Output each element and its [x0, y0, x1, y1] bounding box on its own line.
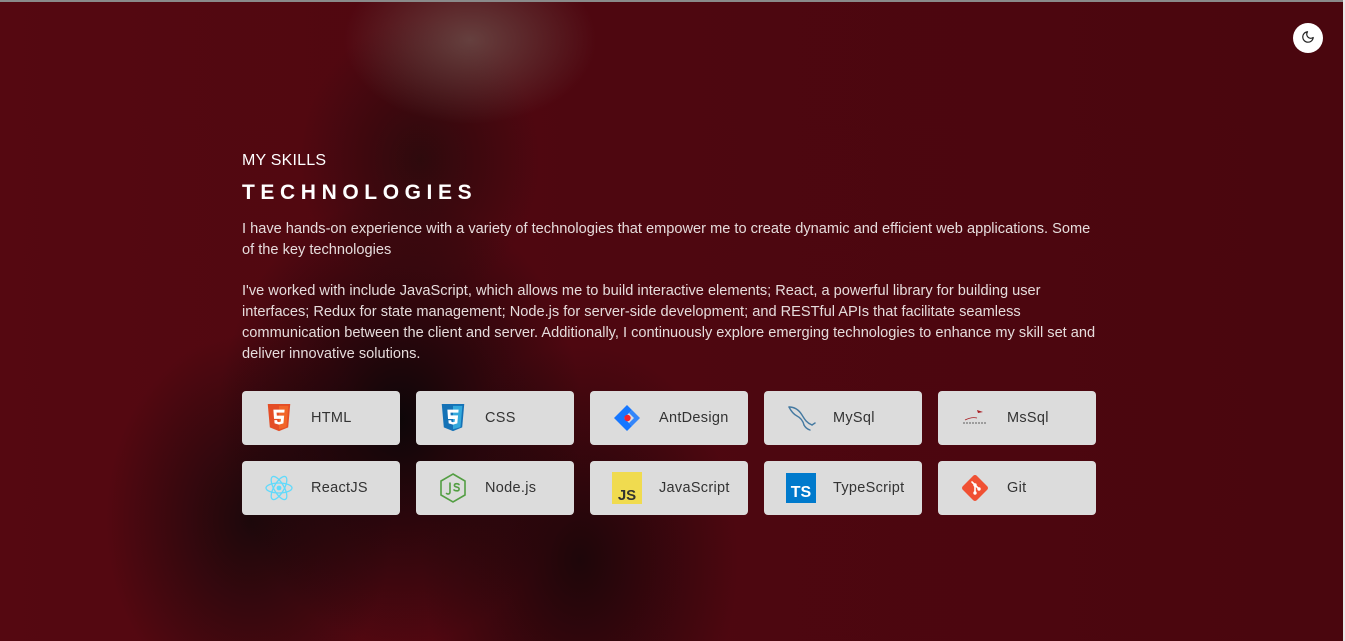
tech-label: AntDesign: [659, 410, 729, 426]
section-title: TECHNOLOGIES: [242, 181, 478, 204]
tech-label: Node.js: [485, 480, 537, 496]
css3-icon: [437, 402, 469, 434]
javascript-icon: JS: [611, 472, 643, 504]
tech-label: HTML: [311, 410, 352, 426]
intro-paragraph: I have hands-on experience with a variet…: [242, 221, 1091, 258]
tech-card-nodejs[interactable]: Node.js: [416, 461, 574, 515]
mssql-icon: [959, 402, 991, 434]
antdesign-icon: [611, 402, 643, 434]
tech-label: JavaScript: [659, 480, 730, 496]
tech-card-html[interactable]: HTML: [242, 391, 400, 445]
git-icon: [959, 472, 991, 504]
section-eyebrow: MY SKILLS: [242, 152, 327, 169]
tech-label: CSS: [485, 410, 516, 426]
tech-card-reactjs[interactable]: ReactJS: [242, 461, 400, 515]
typescript-icon: TS: [785, 472, 817, 504]
react-icon: [263, 472, 295, 504]
tech-card-javascript[interactable]: JS JavaScript: [590, 461, 748, 515]
tech-label: MySql: [833, 410, 875, 426]
technology-grid: HTML CSS AntDesign MySql MsSql ReactJS N…: [242, 391, 1096, 515]
tech-label: TypeScript: [833, 480, 905, 496]
svg-text:TS: TS: [791, 484, 812, 501]
tech-card-mssql[interactable]: MsSql: [938, 391, 1096, 445]
svg-text:JS: JS: [618, 487, 636, 504]
tech-label: MsSql: [1007, 410, 1049, 426]
top-border: [0, 0, 1345, 2]
tech-card-git[interactable]: Git: [938, 461, 1096, 515]
tech-label: ReactJS: [311, 480, 368, 496]
moon-icon: [1301, 30, 1315, 47]
tech-card-css[interactable]: CSS: [416, 391, 574, 445]
details-paragraph: I've worked with include JavaScript, whi…: [242, 283, 1096, 362]
html5-icon: [263, 402, 295, 434]
theme-toggle-button[interactable]: [1293, 23, 1323, 53]
tech-label: Git: [1007, 480, 1027, 496]
skills-section: MY SKILLS TECHNOLOGIES I have hands-on e…: [242, 152, 1102, 365]
tech-card-typescript[interactable]: TS TypeScript: [764, 461, 922, 515]
mysql-dolphin-icon: [785, 402, 817, 434]
nodejs-icon: [437, 472, 469, 504]
tech-card-antdesign[interactable]: AntDesign: [590, 391, 748, 445]
tech-card-mysql[interactable]: MySql: [764, 391, 922, 445]
